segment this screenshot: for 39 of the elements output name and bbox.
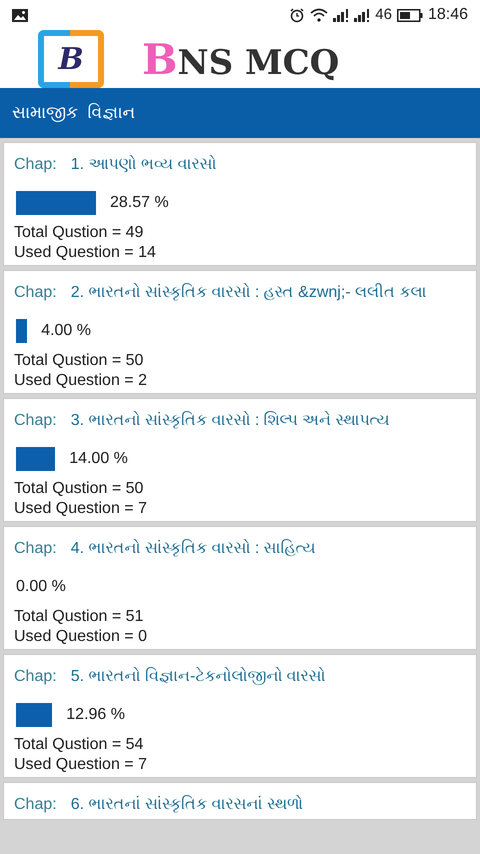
progress-percent: 4.00 % (41, 321, 91, 341)
chapter-label: Chap: (14, 411, 57, 431)
chapter-title: 6. ભારતનાં સાંસ્કૃતિક વારસનાં સ્થળો (70, 794, 303, 815)
alarm-icon (289, 7, 306, 23)
chapter-label: Chap: (14, 155, 57, 175)
total-questions: Total Qustion = 49 (14, 223, 144, 243)
chapter-label: Chap: (14, 539, 57, 559)
progress-percent: 0.00 % (16, 577, 66, 597)
chapter-card[interactable]: Chap: 6. ભારતનાં સાંસ્કૃતિક વારસનાં સ્થળો (3, 782, 477, 820)
chapter-card[interactable]: Chap: 4. ભારતનો સાંસ્કૃતિક વારસો : સાહિત્ય 0.00 % Total Qustion = 51 Used Question = 0 (3, 526, 477, 650)
used-questions: Used Question = 14 (14, 243, 157, 263)
total-questions: Total Qustion = 54 (14, 735, 144, 755)
clock-time: 18:46 (428, 5, 468, 25)
progress-percent: 14.00 % (69, 449, 128, 469)
used-questions: Used Question = 7 (14, 499, 148, 519)
chapter-title: 5. ભારતનો વિજ્ઞાન-ટેકનોલોજીનો વારસો (70, 666, 326, 687)
app-title: BNS MCQ (142, 34, 340, 86)
battery-icon (396, 8, 423, 22)
chapter-title: 3. ભારતનો સાંસ્કૃતિક વારસો : શિલ્પ અને સ્થાપત્ય (70, 410, 390, 431)
chapter-title: 4. ભારતનો સાંસ્કૃતિક વારસો : સાહિત્ય (70, 538, 316, 559)
chapter-title: 2. ભારતનો સાંસ્કૃતિક વારસો : હસ્ત &zwnj;- લલીત કલા (70, 282, 427, 303)
signal-icon (354, 8, 370, 22)
wifi-icon (310, 8, 328, 22)
chapter-label: Chap: (14, 667, 57, 687)
chapter-title: 1. આપણો ભવ્ય વારસો (70, 154, 216, 175)
total-questions: Total Qustion = 50 (14, 479, 144, 499)
chapter-label: Chap: (14, 283, 57, 303)
used-questions: Used Question = 2 (14, 371, 148, 391)
used-questions: Used Question = 0 (14, 627, 148, 647)
chapter-label: Chap: (14, 795, 57, 815)
network-type: 46 (375, 4, 392, 25)
progress-percent: 12.96 % (66, 705, 125, 725)
section-title: સામાજીક વિજ્ઞાન (12, 102, 136, 124)
signal-icon (333, 8, 350, 22)
total-questions: Total Qustion = 50 (14, 351, 144, 371)
progress-percent: 28.57 % (110, 193, 169, 213)
used-questions: Used Question = 7 (14, 755, 148, 775)
image-icon (12, 8, 28, 22)
total-questions: Total Qustion = 51 (14, 607, 144, 627)
